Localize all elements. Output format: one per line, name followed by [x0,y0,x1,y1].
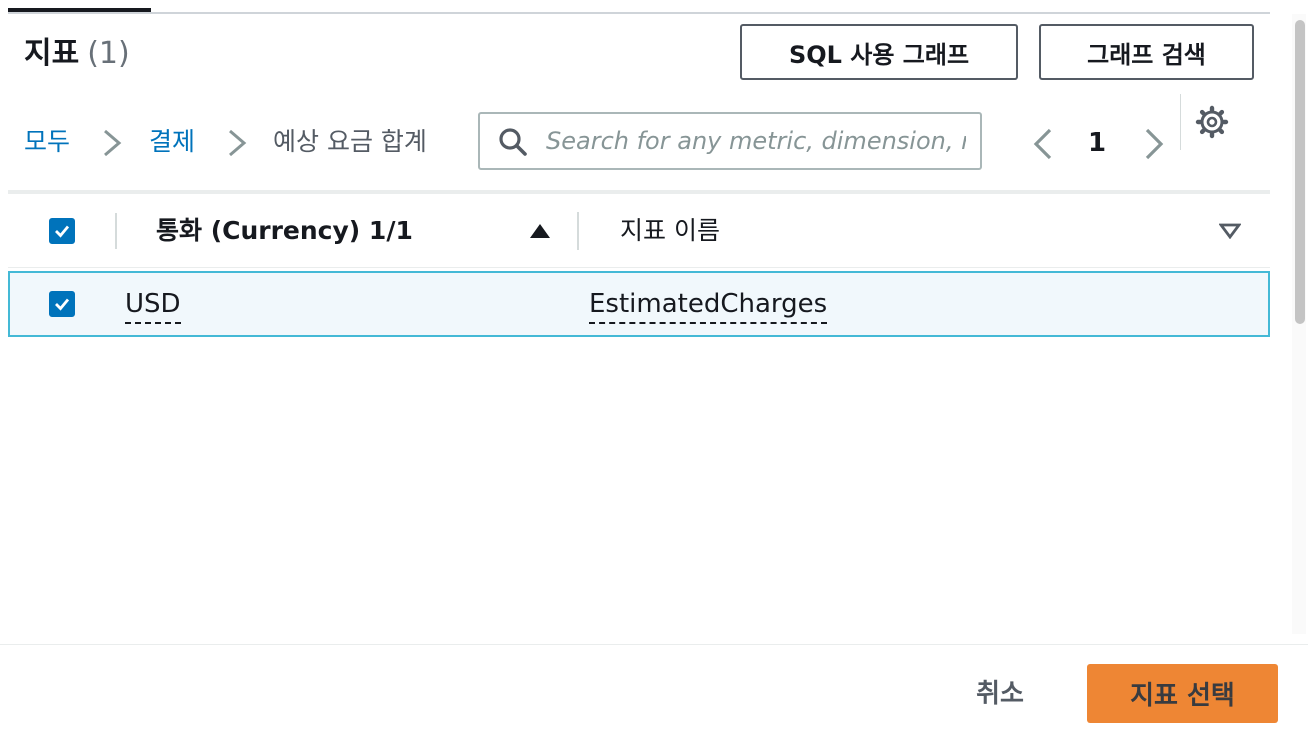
chevron-right-icon [104,129,122,157]
metric-name-cell[interactable]: EstimatedCharges [589,288,828,324]
select-metric-button[interactable]: 지표 선택 [1087,664,1278,723]
row-checkbox[interactable] [49,291,75,317]
currency-cell[interactable]: USD [125,288,181,324]
search-icon [499,128,527,156]
metric-search-box[interactable] [478,112,982,170]
next-page-button[interactable] [1141,126,1167,162]
breadcrumb-all[interactable]: 모두 [24,124,70,160]
column-divider [577,212,579,250]
table-row[interactable]: USD EstimatedCharges [8,271,1270,337]
page-title: 지표 (1) [24,36,130,72]
cancel-button[interactable]: 취소 [960,674,1040,714]
breadcrumb-billing[interactable]: 결제 [149,124,195,160]
metric-count: (1) [87,36,130,71]
page-title-text: 지표 [24,36,80,71]
sort-ascending-icon[interactable] [529,223,551,239]
table-top-border [8,190,1270,194]
previous-page-button[interactable] [1030,126,1056,162]
chevron-right-icon [229,129,247,157]
sql-graph-button[interactable]: SQL 사용 그래프 [740,24,1018,80]
select-all-checkbox[interactable] [49,218,75,244]
checkmark-icon [55,298,70,311]
scrollbar-thumb[interactable] [1295,20,1305,324]
checkmark-icon [55,225,70,238]
graph-search-button[interactable]: 그래프 검색 [1039,24,1254,80]
header-bottom-border [8,267,1270,268]
column-header-currency[interactable]: 통화 (Currency) 1/1 [156,214,413,248]
current-page-number[interactable]: 1 [1085,124,1109,162]
sort-toggle-icon[interactable] [1219,223,1241,239]
gear-icon[interactable] [1194,104,1230,140]
breadcrumb-current: 예상 요금 합계 [273,127,427,156]
column-header-metric-name[interactable]: 지표 이름 [620,214,720,248]
search-input[interactable] [546,122,966,160]
pagination-divider [1180,94,1181,150]
column-divider [115,213,117,249]
